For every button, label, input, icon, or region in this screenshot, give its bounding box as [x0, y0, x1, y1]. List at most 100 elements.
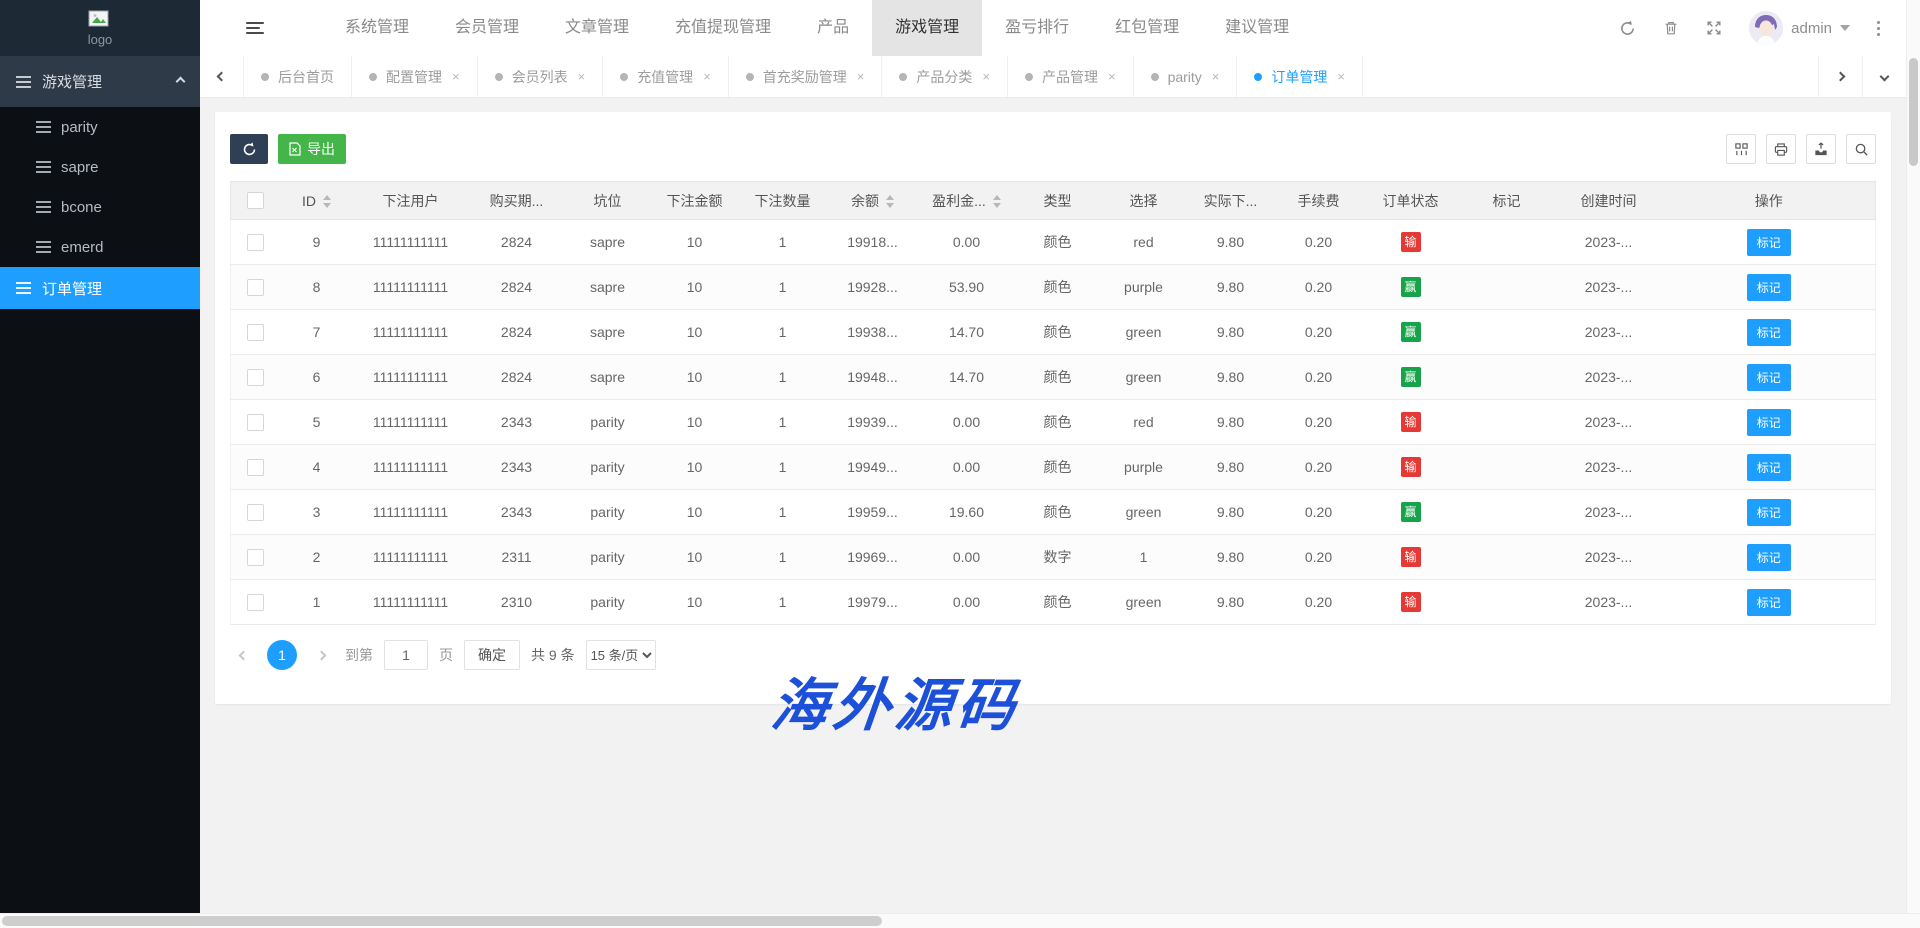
cell-action: 标记: [1663, 490, 1876, 535]
tab[interactable]: 配置管理×: [352, 56, 478, 97]
mark-button[interactable]: 标记: [1747, 229, 1791, 256]
refresh-icon[interactable]: [1619, 20, 1636, 37]
tab[interactable]: 产品分类×: [882, 56, 1008, 97]
row-checkbox[interactable]: [247, 459, 264, 476]
cell-period: 2343: [469, 445, 565, 490]
cell-choice: red: [1101, 400, 1187, 445]
mark-button[interactable]: 标记: [1747, 589, 1791, 616]
horizontal-scrollbar-thumb[interactable]: [2, 916, 882, 926]
horizontal-scrollbar[interactable]: [0, 913, 1920, 928]
nav-item[interactable]: 充值提现管理: [652, 0, 794, 56]
row-checkbox[interactable]: [247, 279, 264, 296]
mark-button[interactable]: 标记: [1747, 454, 1791, 481]
sort-icon[interactable]: [886, 195, 894, 208]
cell-balance: 19918...: [827, 220, 919, 265]
tab[interactable]: 会员列表×: [478, 56, 604, 97]
mark-button[interactable]: 标记: [1747, 409, 1791, 436]
page-size-select[interactable]: 15 条/页: [586, 640, 656, 670]
tab[interactable]: parity×: [1134, 56, 1238, 97]
tab-menu-button[interactable]: [1862, 56, 1906, 97]
mark-button[interactable]: 标记: [1747, 274, 1791, 301]
col-header-profit[interactable]: 盈利金...: [919, 182, 1015, 220]
mark-button[interactable]: 标记: [1747, 544, 1791, 571]
row-checkbox[interactable]: [247, 594, 264, 611]
nav-item[interactable]: 产品: [794, 0, 872, 56]
vertical-scrollbar-thumb[interactable]: [1909, 58, 1918, 166]
next-page-button[interactable]: [308, 642, 334, 668]
cell-bet_count: 1: [739, 310, 827, 355]
nav-item[interactable]: 红包管理: [1092, 0, 1202, 56]
logo[interactable]: logo: [0, 0, 200, 56]
nav-item[interactable]: 建议管理: [1202, 0, 1312, 56]
row-checkbox[interactable]: [247, 504, 264, 521]
table-body: 9111111111112824sapre10119918...0.00颜色re…: [231, 220, 1876, 625]
tab-close-icon[interactable]: ×: [1108, 69, 1116, 84]
table-row: 7111111111112824sapre10119938...14.70颜色g…: [231, 310, 1876, 355]
table-row: 5111111111112343parity10119939...0.00颜色r…: [231, 400, 1876, 445]
vertical-scrollbar[interactable]: [1906, 0, 1920, 913]
confirm-page-button[interactable]: 确定: [464, 640, 520, 670]
tab-close-icon[interactable]: ×: [703, 69, 711, 84]
nav-item[interactable]: 文章管理: [542, 0, 652, 56]
current-page-button[interactable]: 1: [267, 640, 297, 670]
more-vertical-icon[interactable]: [1877, 21, 1880, 36]
tab-close-icon[interactable]: ×: [1212, 69, 1220, 84]
page-input[interactable]: [384, 640, 428, 670]
cell-period: 2310: [469, 580, 565, 625]
print-button[interactable]: [1766, 134, 1796, 164]
refresh-table-button[interactable]: [230, 134, 268, 164]
nav-item[interactable]: 系统管理: [322, 0, 432, 56]
export-file-button[interactable]: [1806, 134, 1836, 164]
col-header-balance[interactable]: 余额: [827, 182, 919, 220]
mark-button[interactable]: 标记: [1747, 319, 1791, 346]
tab-scroll-left-button[interactable]: [200, 56, 244, 97]
table-row: 6111111111112824sapre10119948...14.70颜色g…: [231, 355, 1876, 400]
cell-slot: sapre: [565, 310, 651, 355]
nav-item[interactable]: 会员管理: [432, 0, 542, 56]
tab[interactable]: 充值管理×: [603, 56, 729, 97]
tab-label: 首充奖励管理: [763, 67, 847, 87]
tab[interactable]: 后台首页: [244, 56, 352, 97]
cell-actual: 9.80: [1187, 490, 1275, 535]
mark-button[interactable]: 标记: [1747, 499, 1791, 526]
row-checkbox[interactable]: [247, 549, 264, 566]
row-checkbox[interactable]: [247, 414, 264, 431]
col-header-label: 操作: [1755, 193, 1783, 209]
tab-close-icon[interactable]: ×: [857, 69, 865, 84]
columns-filter-button[interactable]: [1726, 134, 1756, 164]
sort-icon[interactable]: [993, 195, 1001, 208]
sort-icon[interactable]: [323, 195, 331, 208]
tab-scroll-right-button[interactable]: [1818, 56, 1862, 97]
nav-item[interactable]: 盈亏排行: [982, 0, 1092, 56]
row-checkbox[interactable]: [247, 234, 264, 251]
sidebar-item[interactable]: 订单管理: [0, 267, 200, 309]
select-all-checkbox[interactable]: [247, 192, 264, 209]
prev-page-button[interactable]: [230, 642, 256, 668]
tab-close-icon[interactable]: ×: [578, 69, 586, 84]
user-menu[interactable]: admin: [1749, 11, 1850, 45]
sidebar-item[interactable]: bcone: [0, 187, 200, 227]
col-header-id[interactable]: ID: [281, 182, 353, 220]
col-header-label: 创建时间: [1581, 193, 1637, 209]
fullscreen-icon[interactable]: [1706, 20, 1722, 36]
sidebar-item[interactable]: 游戏管理: [0, 56, 200, 107]
tab-close-icon[interactable]: ×: [1337, 69, 1345, 84]
tab[interactable]: 产品管理×: [1008, 56, 1134, 97]
tab[interactable]: 首充奖励管理 ×: [729, 56, 883, 97]
export-label: 导出: [307, 139, 335, 159]
trash-icon[interactable]: [1663, 20, 1679, 36]
sidebar-item[interactable]: sapre: [0, 147, 200, 187]
export-button[interactable]: 导出: [278, 134, 346, 164]
tab[interactable]: 订单管理×: [1237, 56, 1363, 97]
search-button[interactable]: [1846, 134, 1876, 164]
sidebar-item[interactable]: emerd: [0, 227, 200, 267]
row-checkbox[interactable]: [247, 324, 264, 341]
nav-item[interactable]: 游戏管理: [872, 0, 982, 56]
tab-close-icon[interactable]: ×: [452, 69, 460, 84]
mark-button[interactable]: 标记: [1747, 364, 1791, 391]
tab-close-icon[interactable]: ×: [982, 69, 990, 84]
col-header-period: 购买期...: [469, 182, 565, 220]
collapse-menu-icon[interactable]: [246, 22, 264, 34]
sidebar-item[interactable]: parity: [0, 107, 200, 147]
row-checkbox[interactable]: [247, 369, 264, 386]
